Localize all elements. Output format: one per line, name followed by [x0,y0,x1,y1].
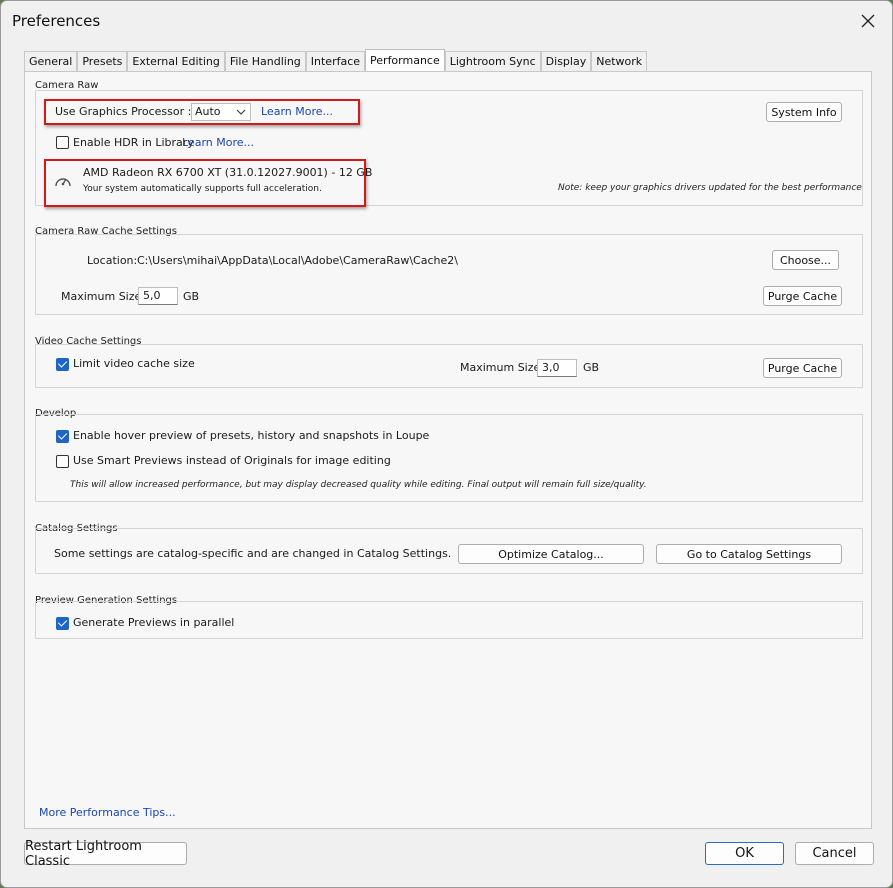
tab-presets[interactable]: Presets [77,51,128,71]
window-title: Preferences [12,12,101,30]
preferences-window: Preferences General Presets External Edi… [0,0,893,888]
parallel-previews-checkbox[interactable] [56,617,69,630]
optimize-catalog-button[interactable]: Optimize Catalog... [458,544,644,564]
develop-note: This will allow increased performance, b… [70,480,647,490]
title-bar: Preferences [1,1,892,41]
video-unit: GB [583,361,600,374]
video-max-field[interactable]: 3,0 [537,359,577,377]
cache-max-field[interactable]: 5,0 [138,287,178,305]
video-max-label: Maximum Size: [460,361,544,374]
hdr-label: Enable HDR in Library [73,136,194,149]
performance-panel: Camera Raw Use Graphics Processor : Auto… [24,71,872,829]
cancel-button[interactable]: Cancel [795,842,874,865]
hover-preview-checkbox[interactable] [56,430,69,443]
tab-general[interactable]: General [24,51,78,71]
ok-button[interactable]: OK [705,842,784,865]
limit-video-label: Limit video cache size [73,357,195,370]
tab-display[interactable]: Display [540,51,592,71]
gpu-highlight-box [44,99,360,125]
footer: Restart Lightroom Classic OK Cancel [1,829,892,887]
smart-previews-label: Use Smart Previews instead of Originals … [73,454,391,467]
cache-location-value: C:\Users\mihai\AppData\Local\Adobe\Camer… [137,254,458,267]
performance-tips-link[interactable]: More Performance Tips... [39,806,176,819]
go-to-catalog-settings-button[interactable]: Go to Catalog Settings [656,544,842,564]
tab-lightroom-sync[interactable]: Lightroom Sync [444,51,541,71]
video-purge-button[interactable]: Purge Cache [763,358,842,378]
cache-purge-button[interactable]: Purge Cache [763,286,842,306]
driver-note: Note: keep your graphics drivers updated… [558,183,862,193]
tab-external-editing[interactable]: External Editing [127,51,225,71]
parallel-previews-label: Generate Previews in parallel [73,616,235,629]
tab-bar: General Presets External Editing File Ha… [24,49,648,72]
restart-button[interactable]: Restart Lightroom Classic [24,839,187,869]
tab-performance[interactable]: Performance [365,49,445,71]
cache-max-label: Maximum Size: [61,290,145,303]
choose-button[interactable]: Choose... [772,250,839,270]
tab-network[interactable]: Network [591,51,648,71]
smart-previews-checkbox[interactable] [56,455,69,468]
cache-location-label: Location: [87,254,138,267]
close-icon [861,14,875,28]
cache-unit: GB [183,290,200,303]
gpu-info-highlight-box [44,159,366,207]
tab-file-handling[interactable]: File Handling [224,51,306,71]
system-info-button[interactable]: System Info [766,102,842,122]
tab-interface[interactable]: Interface [305,51,366,71]
limit-video-checkbox[interactable] [56,358,69,371]
catalog-text: Some settings are catalog-specific and a… [54,547,452,560]
hdr-learn-more-link[interactable]: Learn More... [182,136,254,149]
hover-preview-label: Enable hover preview of presets, history… [73,429,430,442]
close-button[interactable] [853,7,883,35]
hdr-checkbox[interactable] [56,136,69,149]
